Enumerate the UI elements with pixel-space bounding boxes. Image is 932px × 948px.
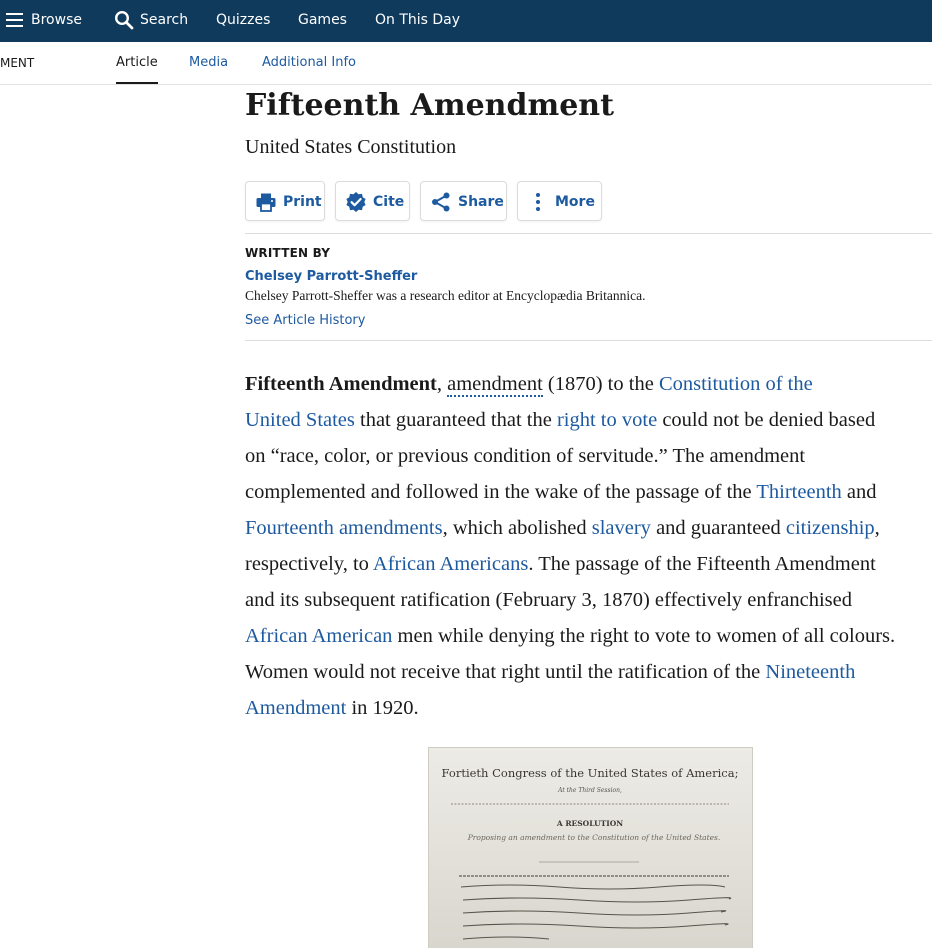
print-icon <box>256 193 276 212</box>
article-history-link[interactable]: See Article History <box>245 313 365 328</box>
subnav-truncated-title: MENT <box>0 56 35 70</box>
cite-label: Cite <box>373 194 405 210</box>
top-navigation-bar: Browse Search Quizzes Games On This Day <box>0 0 932 42</box>
page-subtitle: United States Constitution <box>245 136 457 158</box>
author-link[interactable]: Chelsey Parrott-Sheffer <box>245 269 417 284</box>
article-intro-paragraph: Fifteenth Amendment, amendment (1870) to… <box>245 366 932 726</box>
print-label: Print <box>283 194 322 210</box>
para-line: Amendment in 1920. <box>245 697 419 719</box>
document-session-line: At the Third Session, <box>557 787 622 794</box>
right-to-vote-link[interactable]: right to vote <box>557 409 657 431</box>
amendment-definition-link[interactable]: amendment <box>447 373 543 397</box>
print-button[interactable]: Print <box>245 181 325 221</box>
slavery-link[interactable]: slavery <box>592 517 651 539</box>
resolution-document-image[interactable]: Fortieth Congress of the United States o… <box>429 748 752 948</box>
nineteenth-amendment-link-cont[interactable]: Amendment <box>245 697 346 719</box>
para-line: complemented and followed in the wake of… <box>245 481 877 503</box>
constitution-link[interactable]: Constitution of the <box>659 373 813 395</box>
para-line: and its subsequent ratification (Februar… <box>245 589 853 611</box>
more-label: More <box>555 194 595 210</box>
divider-top <box>245 233 932 234</box>
fourteenth-amendments-link[interactable]: Fourteenth amendments <box>245 517 443 539</box>
divider-bottom <box>245 340 932 341</box>
document-scan: Fortieth Congress of the United States o… <box>442 766 739 940</box>
more-button[interactable]: More <box>517 181 602 221</box>
african-americans-link[interactable]: African Americans <box>373 553 528 575</box>
para-line: on “race, color, or previous condition o… <box>245 445 806 467</box>
verified-badge-icon <box>346 192 366 212</box>
document-resolution-heading: A RESOLUTION <box>556 819 623 828</box>
thirteenth-link[interactable]: Thirteenth <box>756 481 841 503</box>
more-vertical-icon <box>536 193 540 211</box>
share-label: Share <box>458 194 504 210</box>
browse-link[interactable]: Browse <box>31 0 82 42</box>
citizenship-link[interactable]: citizenship <box>786 517 875 539</box>
para-line: African American men while denying the r… <box>245 625 896 647</box>
tab-additional-info[interactable]: Additional Info <box>262 42 356 84</box>
quizzes-link[interactable]: Quizzes <box>216 0 270 42</box>
tab-article[interactable]: Article <box>116 42 158 84</box>
para-line: United States that guaranteed that the r… <box>245 409 876 431</box>
article-subject: Fifteenth Amendment <box>245 373 437 395</box>
african-american-link[interactable]: African American <box>245 625 392 647</box>
on-this-day-link[interactable]: On This Day <box>375 0 460 42</box>
tab-media[interactable]: Media <box>189 42 228 84</box>
author-bio: Chelsey Parrott-Sheffer was a research e… <box>245 288 646 303</box>
tab-article-label: Article <box>116 55 158 70</box>
para-line: Fourteenth amendments, which abolished s… <box>245 517 880 539</box>
share-button[interactable]: Share <box>420 181 507 221</box>
document-resolution-subtitle: Proposing an amendment to the Constituti… <box>467 833 721 842</box>
active-tab-underline <box>116 82 158 84</box>
document-heading: Fortieth Congress of the United States o… <box>442 766 739 780</box>
games-link[interactable]: Games <box>298 0 347 42</box>
share-icon <box>432 192 450 212</box>
nineteenth-amendment-link[interactable]: Nineteenth <box>765 661 855 683</box>
constitution-link-cont[interactable]: United States <box>245 409 355 431</box>
para-line: Fifteenth Amendment, amendment (1870) to… <box>245 373 813 397</box>
cite-button[interactable]: Cite <box>335 181 410 221</box>
para-line: Women would not receive that right until… <box>245 661 856 683</box>
para-line: respectively, to African Americans. The … <box>245 553 876 575</box>
search-icon[interactable] <box>114 10 134 30</box>
written-by-label: WRITTEN BY <box>245 246 331 260</box>
menu-icon[interactable] <box>6 13 23 27</box>
page-title: Fifteenth Amendment <box>245 88 614 123</box>
search-link[interactable]: Search <box>140 0 188 42</box>
article-subnav: MENT Article Media Additional Info <box>0 42 932 85</box>
